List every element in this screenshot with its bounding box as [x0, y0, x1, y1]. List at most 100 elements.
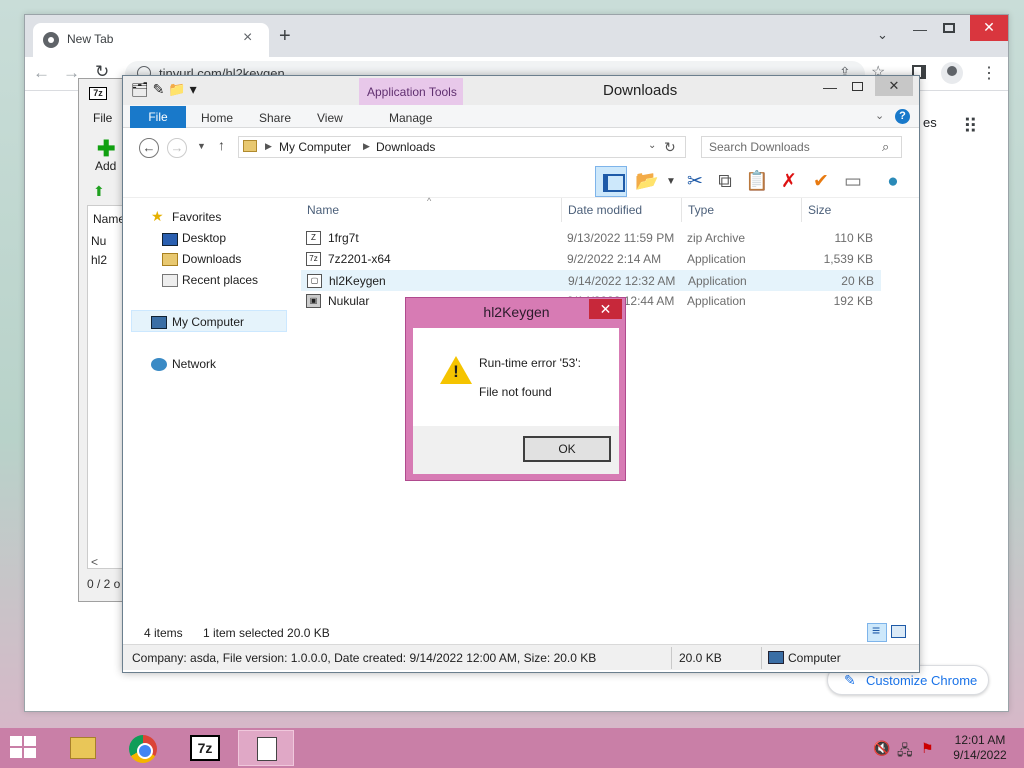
close-window-button[interactable]: ✕ — [970, 15, 1008, 41]
tab-file[interactable]: File — [130, 106, 186, 128]
nav-favorites[interactable]: Favorites — [172, 210, 221, 224]
folder-up-icon[interactable]: ⬆ — [93, 183, 105, 200]
column-header-date[interactable]: Date modified — [568, 203, 642, 217]
file-explorer-icon — [70, 737, 96, 759]
breadcrumb-separator-icon[interactable]: ▶ — [265, 141, 272, 152]
column-header-size[interactable]: Size — [808, 203, 831, 217]
quick-access-toolbar-icon[interactable]: 🗂 ✎ 📁 ▾ — [131, 81, 197, 98]
images-link[interactable]: es — [923, 115, 937, 130]
file-name: 1frg7t — [328, 231, 359, 245]
copy-icon[interactable]: ⧉ — [713, 170, 737, 194]
cut-icon[interactable]: ✂ — [683, 170, 707, 194]
folder-options-icon[interactable]: 📂 — [635, 170, 659, 194]
large-icons-view-button[interactable] — [891, 625, 906, 638]
zip-add-label[interactable]: Add — [95, 159, 116, 173]
back-arrow-icon[interactable]: ← — [33, 63, 50, 83]
action-center-flag-icon[interactable]: ⚑ — [921, 740, 934, 757]
divider — [671, 647, 672, 669]
column-header-type[interactable]: Type — [688, 203, 714, 217]
taskbar-hl2keygen[interactable] — [238, 730, 294, 766]
pencil-icon: ✎ — [844, 672, 856, 688]
zip-row[interactable]: hl2 — [91, 253, 107, 267]
rename-icon[interactable]: ▭ — [841, 170, 865, 194]
new-tab-button[interactable]: + — [279, 25, 291, 48]
up-arrow-icon[interactable]: ↑ — [218, 137, 225, 153]
minimize-button[interactable]: — — [913, 21, 927, 37]
network-icon[interactable]: 🖧 — [897, 740, 913, 764]
shell-icon[interactable]: ● — [881, 170, 905, 194]
warning-exclamation-icon: ! — [453, 362, 459, 381]
volume-muted-icon[interactable]: 🔇 — [873, 740, 890, 757]
preview-pane-button[interactable] — [595, 166, 627, 197]
search-icon[interactable]: ⌕ — [882, 139, 889, 155]
file-row[interactable]: 7z 7z2201-x64 9/2/2022 2:14 AM Applicati… — [301, 249, 881, 270]
close-tab-icon[interactable]: × — [243, 29, 252, 47]
chrome-tab-new-tab[interactable]: New Tab × — [33, 23, 269, 57]
zip-row[interactable]: Nu — [91, 234, 106, 248]
computer-icon — [151, 316, 167, 329]
scroll-left-icon[interactable]: < — [91, 555, 98, 569]
taskbar-chrome[interactable] — [114, 730, 170, 766]
selection-info: 1 item selected 20.0 KB — [203, 626, 330, 640]
minimize-button[interactable]: — — [823, 79, 837, 95]
column-divider[interactable] — [681, 198, 682, 222]
tab-search-chevron-icon[interactable]: ⌄ — [877, 27, 888, 43]
column-header-name[interactable]: Name — [307, 203, 339, 217]
start-button[interactable] — [10, 736, 38, 760]
forward-button[interactable]: → — [167, 138, 187, 158]
back-button[interactable]: ← — [139, 138, 159, 158]
tab-home[interactable]: Home — [201, 111, 233, 125]
maximize-button[interactable] — [852, 82, 863, 91]
options-dropdown-icon[interactable]: ▼ — [659, 170, 683, 194]
details-bar: Company: asda, File version: 1.0.0.0, Da… — [123, 644, 919, 670]
tab-manage[interactable]: Manage — [389, 111, 432, 125]
details-size: 20.0 KB — [679, 651, 722, 665]
google-apps-icon[interactable]: ⠿ — [963, 114, 978, 139]
dialog-close-button[interactable]: ✕ — [589, 299, 622, 319]
search-input[interactable]: Search Downloads ⌕ — [701, 136, 902, 158]
breadcrumb-separator-icon[interactable]: ▶ — [363, 141, 370, 152]
ok-button[interactable]: OK — [523, 436, 611, 462]
address-dropdown-icon[interactable]: ⌄ — [648, 140, 656, 151]
sort-ascending-icon: ^ — [427, 196, 432, 206]
paste-icon[interactable]: 📋 — [745, 170, 769, 194]
nav-my-computer[interactable]: My Computer — [172, 315, 244, 329]
column-divider[interactable] — [561, 198, 562, 222]
zip-file-menu[interactable]: File — [93, 111, 112, 125]
clock[interactable]: 12:01 AM 9/14/2022 — [944, 733, 1016, 763]
address-row: ← → ▼ ↑ ▶ My Computer ▶ Downloads ⌄ ↻ Se… — [123, 128, 919, 166]
tab-share[interactable]: Share — [259, 111, 291, 125]
properties-check-icon[interactable]: ✔ — [809, 170, 833, 194]
nav-network[interactable]: Network — [172, 357, 216, 371]
recent-locations-chevron-icon[interactable]: ▼ — [197, 141, 206, 151]
customize-chrome-label: Customize Chrome — [866, 673, 978, 688]
refresh-icon[interactable]: ↻ — [664, 139, 676, 156]
chrome-tabstrip: New Tab × + ⌄ — ✕ — [25, 15, 1008, 57]
expand-ribbon-icon[interactable]: ⌄ — [875, 109, 884, 122]
computer-icon — [768, 651, 784, 664]
breadcrumb-my-computer[interactable]: My Computer — [279, 140, 351, 154]
delete-icon[interactable]: ✗ — [777, 170, 801, 194]
file-row[interactable]: Z 1frg7t 9/13/2022 11:59 PM zip Archive … — [301, 228, 881, 249]
help-icon[interactable]: ? — [895, 109, 910, 124]
chrome-menu-icon[interactable]: ⋮ — [981, 63, 997, 83]
taskbar-file-explorer[interactable] — [54, 730, 110, 766]
nav-downloads[interactable]: Downloads — [182, 252, 241, 266]
application-tools-tab[interactable]: Application Tools — [359, 78, 463, 105]
windows-logo-icon — [10, 736, 22, 746]
breadcrumb-downloads[interactable]: Downloads — [376, 140, 435, 154]
close-window-button[interactable]: ✕ — [875, 76, 913, 96]
address-bar[interactable]: ▶ My Computer ▶ Downloads ⌄ — [238, 136, 686, 158]
zip-col-name[interactable]: Name — [93, 212, 125, 226]
windows-logo-icon — [24, 736, 36, 746]
column-divider[interactable] — [801, 198, 802, 222]
nav-recent-places[interactable]: Recent places — [182, 273, 258, 287]
error-dialog: hl2Keygen ✕ ! Run-time error '53': File … — [405, 297, 626, 481]
nav-desktop[interactable]: Desktop — [182, 231, 226, 245]
taskbar-7zip[interactable]: 7z — [176, 730, 232, 766]
details-view-button[interactable] — [867, 622, 887, 642]
file-row-selected[interactable]: ▢ hl2Keygen 9/14/2022 12:32 AM Applicati… — [301, 270, 881, 291]
maximize-button[interactable] — [943, 23, 955, 33]
tab-view[interactable]: View — [317, 111, 343, 125]
profile-avatar-icon[interactable] — [941, 62, 963, 84]
